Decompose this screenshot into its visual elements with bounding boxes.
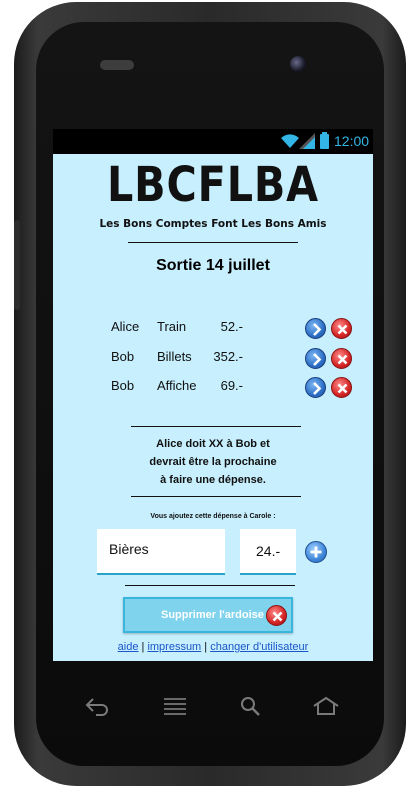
home-icon[interactable] [312, 696, 340, 716]
expense-description-input[interactable]: Bières [97, 529, 225, 575]
back-icon[interactable] [84, 696, 110, 716]
status-time: 12:00 [334, 133, 370, 149]
expense-amount-input[interactable]: 24.- [240, 529, 296, 575]
reset-ledger-label: Supprimer l'ardoise [161, 609, 264, 621]
page-title: Sortie 14 juillet [156, 257, 270, 274]
close-icon [337, 354, 348, 365]
expense-amount: 69.- [220, 378, 243, 393]
chevron-right-icon [313, 323, 322, 336]
divider [131, 496, 301, 497]
divider [125, 585, 295, 586]
expense-amount: 52.- [220, 319, 243, 334]
footer-links: aide | impressum | changer d'utilisateur [53, 641, 373, 653]
edit-expense-button[interactable] [305, 348, 326, 369]
help-link[interactable]: aide [118, 641, 139, 653]
balance-message: Alice doit XX à Bob et devrait être la p… [53, 435, 373, 489]
delete-expense-button[interactable] [331, 348, 352, 369]
earpiece-speaker [100, 60, 134, 70]
expense-payer: Bob [111, 378, 135, 393]
menu-icon[interactable] [162, 696, 188, 716]
front-camera-icon [290, 56, 306, 72]
add-expense-label: Vous ajoutez cette dépense à Carole : [150, 513, 276, 520]
app-tagline: Les Bons Comptes Font Les Bons Amis [99, 218, 327, 230]
change-user-link[interactable]: changer d'utilisateur [210, 641, 308, 653]
plus-icon [310, 546, 322, 558]
chevron-right-icon [313, 382, 322, 395]
close-icon [337, 324, 348, 335]
expense-payer: Bob [111, 349, 135, 364]
expense-row: Bob Affiche 69.- [53, 377, 373, 404]
close-icon [337, 383, 348, 394]
delete-expense-button[interactable] [331, 377, 352, 398]
expense-row: Alice Train 52.- [53, 318, 373, 345]
balance-message-line: à faire une dépense. [160, 474, 266, 486]
expense-row: Bob Billets 352.- [53, 348, 373, 375]
status-bar: 12:00 [53, 129, 373, 154]
close-icon [266, 605, 287, 626]
chevron-right-icon [313, 353, 322, 366]
signal-icon [299, 133, 315, 149]
expense-amount: 352.- [213, 349, 243, 364]
divider [128, 242, 298, 243]
expense-payer: Alice [111, 319, 140, 334]
wifi-icon [281, 134, 299, 148]
delete-expense-button[interactable] [331, 318, 352, 339]
search-icon[interactable] [238, 696, 264, 716]
edit-expense-button[interactable] [305, 318, 326, 339]
balance-message-line: Alice doit XX à Bob et [156, 438, 270, 450]
impressum-link[interactable]: impressum [147, 641, 201, 653]
app-screen: 12:00 LBCFLBA Les Bons Comptes Font Les … [53, 129, 373, 661]
edit-expense-button[interactable] [305, 377, 326, 398]
app-logo: LBCFLBA [106, 157, 319, 213]
reset-ledger-button[interactable]: Supprimer l'ardoise [123, 597, 293, 633]
footer-separator: | [201, 641, 211, 653]
divider [131, 426, 301, 427]
volume-button [14, 220, 20, 310]
battery-icon [320, 132, 329, 149]
balance-message-line: devrait être la prochaine [149, 456, 277, 468]
add-expense-button[interactable] [305, 541, 327, 563]
